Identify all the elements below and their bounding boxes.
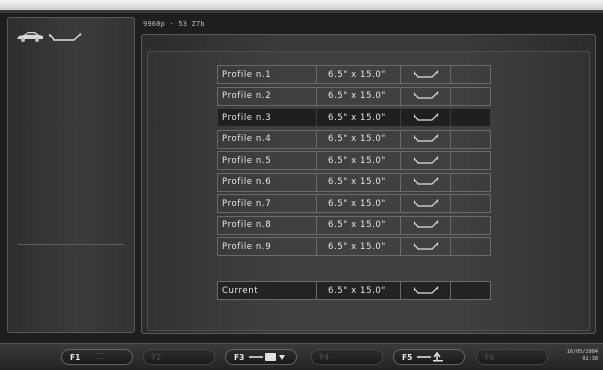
profile-empty-cell — [450, 194, 491, 213]
profile-row[interactable]: Profile n.7 6.5" x 15.0" — [217, 194, 491, 213]
profile-name: Profile n.5 — [217, 151, 316, 170]
status-date: 16/05/2004 — [566, 349, 598, 355]
profile-empty-cell — [450, 172, 491, 192]
f1-button[interactable]: F1 ⋅⋅⋅ ⋅⋅⋅ — [61, 349, 133, 365]
profile-empty-cell — [450, 65, 491, 84]
f3-label: F3 — [234, 352, 245, 362]
profile-name: Current — [217, 281, 316, 300]
profile-size: 6.5" x 15.0" — [316, 65, 400, 84]
profile-size: 6.5" x 15.0" — [316, 215, 400, 235]
f6-button[interactable]: F6 — [476, 349, 548, 365]
wheel-profile-icon — [400, 108, 450, 127]
top-strip — [0, 10, 603, 13]
load-profile-icon — [417, 352, 444, 362]
left-panel — [7, 17, 135, 333]
profile-row[interactable]: Profile n.2 6.5" x 15.0" — [217, 86, 491, 106]
profile-name: Profile n.4 — [217, 129, 316, 149]
profile-empty-cell — [450, 215, 491, 235]
header-text: 9960p · 53 Z7b — [143, 20, 205, 28]
current-profile-row[interactable]: Current 6.5" x 15.0" — [217, 281, 491, 300]
wheel-profile-icon — [48, 33, 82, 41]
f4-label: F4 — [320, 352, 330, 362]
profile-name: Profile n.7 — [217, 194, 316, 213]
profile-row[interactable]: Profile n.3 6.5" x 15.0" — [217, 108, 491, 127]
profile-name: Profile n.6 — [217, 172, 316, 192]
profile-row[interactable]: Profile n.9 6.5" x 15.0" — [217, 237, 491, 256]
car-icon — [17, 32, 43, 42]
left-panel-divider — [18, 244, 124, 245]
wheel-profile-icon — [400, 237, 450, 256]
profile-name: Profile n.3 — [217, 108, 316, 127]
profile-size: 6.5" x 15.0" — [316, 172, 400, 192]
profile-empty-cell — [450, 129, 491, 149]
f6-label: F6 — [485, 352, 495, 362]
profile-name: Profile n.9 — [217, 237, 316, 256]
profile-empty-cell — [450, 237, 491, 256]
profile-size: 6.5" x 15.0" — [316, 194, 400, 213]
status-time: 02:38 — [582, 356, 598, 362]
wheel-profile-icon — [400, 215, 450, 235]
profile-size: 6.5" x 15.0" — [316, 151, 400, 170]
wheel-profile-icon — [400, 172, 450, 192]
profile-row[interactable]: Profile n.8 6.5" x 15.0" — [217, 215, 491, 235]
top-bar — [0, 0, 603, 10]
profile-name: Profile n.8 — [217, 215, 316, 235]
wheel-profile-icon — [400, 129, 450, 149]
date-time: 16/05/2004 02:38 — [558, 349, 598, 363]
profile-empty-cell — [450, 151, 491, 170]
f2-button[interactable]: F2 — [143, 349, 215, 365]
wheel-profile-icon — [400, 65, 450, 84]
profile-name: Profile n.2 — [217, 86, 316, 106]
dots-icon: ⋅⋅⋅ ⋅⋅⋅ — [96, 351, 105, 362]
profile-empty-cell — [450, 86, 491, 106]
f5-button[interactable]: F5 — [393, 349, 465, 365]
profile-size: 6.5" x 15.0" — [316, 281, 400, 300]
profile-size: 6.5" x 15.0" — [316, 129, 400, 149]
profile-size: 6.5" x 15.0" — [316, 237, 400, 256]
profile-empty-cell — [450, 108, 491, 127]
f1-label: F1 — [70, 352, 81, 362]
f3-button[interactable]: F3 — [225, 349, 297, 365]
profile-size: 6.5" x 15.0" — [316, 86, 400, 106]
wheel-profile-icon — [400, 281, 450, 300]
save-profile-icon — [249, 353, 286, 361]
f5-label: F5 — [402, 352, 413, 362]
profile-size: 6.5" x 15.0" — [316, 108, 400, 127]
profile-name: Profile n.1 — [217, 65, 316, 84]
wheel-profile-icon — [400, 151, 450, 170]
f2-label: F2 — [152, 352, 162, 362]
f4-button[interactable]: F4 — [311, 349, 383, 365]
profile-row[interactable]: Profile n.4 6.5" x 15.0" — [217, 129, 491, 149]
profile-row[interactable]: Profile n.5 6.5" x 15.0" — [217, 151, 491, 170]
wheel-profile-icon — [400, 86, 450, 106]
profile-row[interactable]: Profile n.1 6.5" x 15.0" — [217, 65, 491, 84]
profile-empty-cell — [450, 281, 491, 300]
wheel-profile-icon — [400, 194, 450, 213]
profile-row[interactable]: Profile n.6 6.5" x 15.0" — [217, 172, 491, 192]
